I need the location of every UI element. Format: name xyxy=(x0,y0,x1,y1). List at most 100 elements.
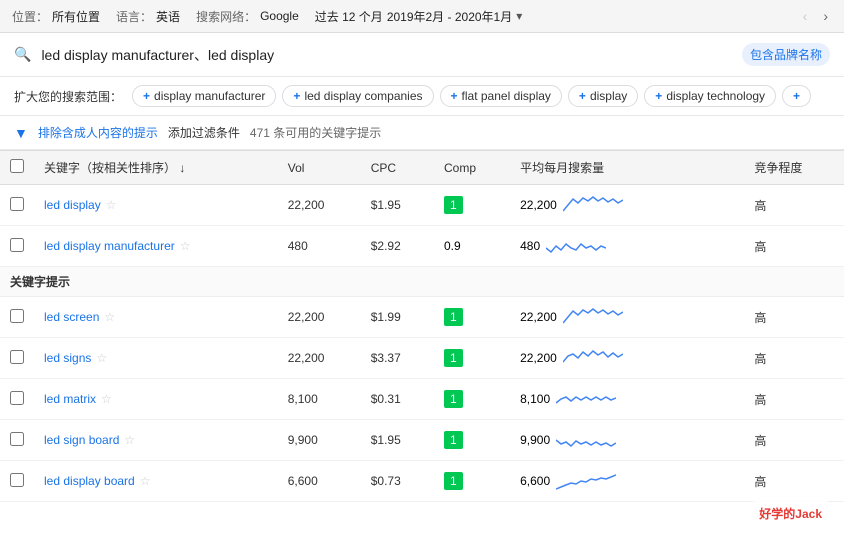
language-label: 语言： xyxy=(116,8,152,25)
table-header: 关键字（按相关性排序） ↓ Vol CPC Comp 平均每月搜索量 竞争程度 xyxy=(0,151,844,185)
keyword-header-label: 关键字（按相关性排序） xyxy=(44,161,176,175)
exclude-adult-link[interactable]: 排除含成人内容的提示 xyxy=(38,124,158,141)
row-checkbox[interactable] xyxy=(10,350,24,364)
table-row: led display manufacturer☆480$2.920.9480高 xyxy=(0,226,844,267)
sort-icon: ↓ xyxy=(179,161,185,175)
row-checkbox[interactable] xyxy=(10,197,24,211)
keyword-text[interactable]: led display board xyxy=(44,474,135,488)
plus-icon: + xyxy=(793,89,800,103)
toolbar-nav: ‹ › xyxy=(799,6,832,26)
keyword-cell: led display ☆ xyxy=(44,198,268,212)
cpc-cell: $1.99 xyxy=(361,297,434,338)
cpc-header[interactable]: CPC xyxy=(361,151,434,185)
monthly-cell: 22,200 xyxy=(510,297,744,338)
vol-cell: 8,100 xyxy=(278,379,361,420)
chip-display-technology[interactable]: + display technology xyxy=(644,85,776,107)
comp-header[interactable]: Comp xyxy=(434,151,510,185)
brand-badge: 包含品牌名称 xyxy=(742,43,830,66)
chip-label: flat panel display xyxy=(462,89,551,103)
chip-flat-panel-display[interactable]: + flat panel display xyxy=(440,85,562,107)
chip-display[interactable]: + display xyxy=(568,85,638,107)
level-cell: 高 xyxy=(744,461,844,502)
comp-cell: 1 xyxy=(434,297,510,338)
star-icon[interactable]: ☆ xyxy=(180,239,191,253)
keyword-text[interactable]: led screen xyxy=(44,310,99,324)
chip-display-manufacturer[interactable]: + display manufacturer xyxy=(132,85,276,107)
row-checkbox[interactable] xyxy=(10,473,24,487)
star-icon[interactable]: ☆ xyxy=(101,392,112,406)
keyword-text[interactable]: led signs xyxy=(44,351,91,365)
search-icon: 🔍 xyxy=(14,46,31,63)
select-all-checkbox[interactable] xyxy=(10,159,24,173)
monthly-value: 8,100 xyxy=(520,392,550,406)
network-label: 搜索网络： xyxy=(196,8,256,25)
keyword-text[interactable]: led matrix xyxy=(44,392,96,406)
chip-more[interactable]: + xyxy=(782,85,811,107)
network-item: 搜索网络： Google xyxy=(196,8,299,25)
plus-icon: + xyxy=(655,89,662,103)
table-row: led display board☆6,600$0.7316,600高 xyxy=(0,461,844,502)
comp-cell: 1 xyxy=(434,461,510,502)
chip-led-display-companies[interactable]: + led display companies xyxy=(282,85,433,107)
row-checkbox[interactable] xyxy=(10,432,24,446)
location-item: 位置： 所有位置 xyxy=(12,8,100,25)
monthly-value: 22,200 xyxy=(520,351,557,365)
dropdown-icon[interactable]: ▾ xyxy=(516,9,522,23)
chip-label: display xyxy=(590,89,627,103)
filter-count: 471 条可用的关键字提示 xyxy=(250,124,381,141)
table-row: led display☆22,200$1.95122,200高 xyxy=(0,185,844,226)
chip-label: display technology xyxy=(666,89,765,103)
monthly-value: 9,900 xyxy=(520,433,550,447)
language-item: 语言： 英语 xyxy=(116,8,180,25)
comp-cell: 1 xyxy=(434,379,510,420)
monthly-value: 22,200 xyxy=(520,198,557,212)
monthly-cell: 22,200 xyxy=(510,185,744,226)
toolbar: 位置： 所有位置 语言： 英语 搜索网络： Google 过去 12 个月 20… xyxy=(0,0,844,33)
level-cell: 高 xyxy=(744,338,844,379)
keyword-header[interactable]: 关键字（按相关性排序） ↓ xyxy=(34,151,278,185)
star-icon[interactable]: ☆ xyxy=(124,433,135,447)
plus-icon: + xyxy=(293,89,300,103)
row-checkbox[interactable] xyxy=(10,309,24,323)
keyword-cell: led signs ☆ xyxy=(44,351,268,365)
monthly-cell: 480 xyxy=(510,226,744,267)
location-label: 位置： xyxy=(12,8,48,25)
filter-row: ▼ 排除含成人内容的提示 添加过滤条件 471 条可用的关键字提示 xyxy=(0,116,844,150)
period-value: 过去 12 个月 xyxy=(315,8,383,25)
table-row: led sign board☆9,900$1.9519,900高 xyxy=(0,420,844,461)
suggestions-label: 扩大您的搜索范围： xyxy=(14,88,122,105)
cpc-cell: $1.95 xyxy=(361,420,434,461)
monthly-cell: 9,900 xyxy=(510,420,744,461)
period-item: 过去 12 个月 2019年2月 - 2020年1月 ▾ xyxy=(315,8,522,25)
plus-icon: + xyxy=(579,89,586,103)
add-filter-link[interactable]: 添加过滤条件 xyxy=(168,124,240,141)
watermark-suffix: Jack xyxy=(795,507,822,521)
language-value: 英语 xyxy=(156,8,180,25)
keyword-text[interactable]: led display manufacturer xyxy=(44,239,175,253)
monthly-value: 6,600 xyxy=(520,474,550,488)
monthly-value: 480 xyxy=(520,239,540,253)
search-input[interactable] xyxy=(41,47,732,63)
row-checkbox[interactable] xyxy=(10,238,24,252)
level-cell: 高 xyxy=(744,297,844,338)
watermark-prefix: 好学的 xyxy=(759,507,795,521)
vol-cell: 6,600 xyxy=(278,461,361,502)
keyword-cell: led matrix ☆ xyxy=(44,392,268,406)
keyword-text[interactable]: led display xyxy=(44,198,101,212)
star-icon[interactable]: ☆ xyxy=(140,474,151,488)
keyword-text[interactable]: led sign board xyxy=(44,433,119,447)
nav-prev-button[interactable]: ‹ xyxy=(799,6,812,26)
vol-cell: 480 xyxy=(278,226,361,267)
table-wrap: 关键字（按相关性排序） ↓ Vol CPC Comp 平均每月搜索量 竞争程度 … xyxy=(0,150,844,502)
nav-next-button[interactable]: › xyxy=(819,6,832,26)
star-icon[interactable]: ☆ xyxy=(96,351,107,365)
select-all-header xyxy=(0,151,34,185)
star-icon[interactable]: ☆ xyxy=(106,198,117,212)
row-checkbox[interactable] xyxy=(10,391,24,405)
monthly-cell: 22,200 xyxy=(510,338,744,379)
chip-label: led display companies xyxy=(304,89,422,103)
star-icon[interactable]: ☆ xyxy=(104,310,115,324)
vol-cell: 22,200 xyxy=(278,185,361,226)
comp-cell: 0.9 xyxy=(434,226,510,267)
vol-header[interactable]: Vol xyxy=(278,151,361,185)
